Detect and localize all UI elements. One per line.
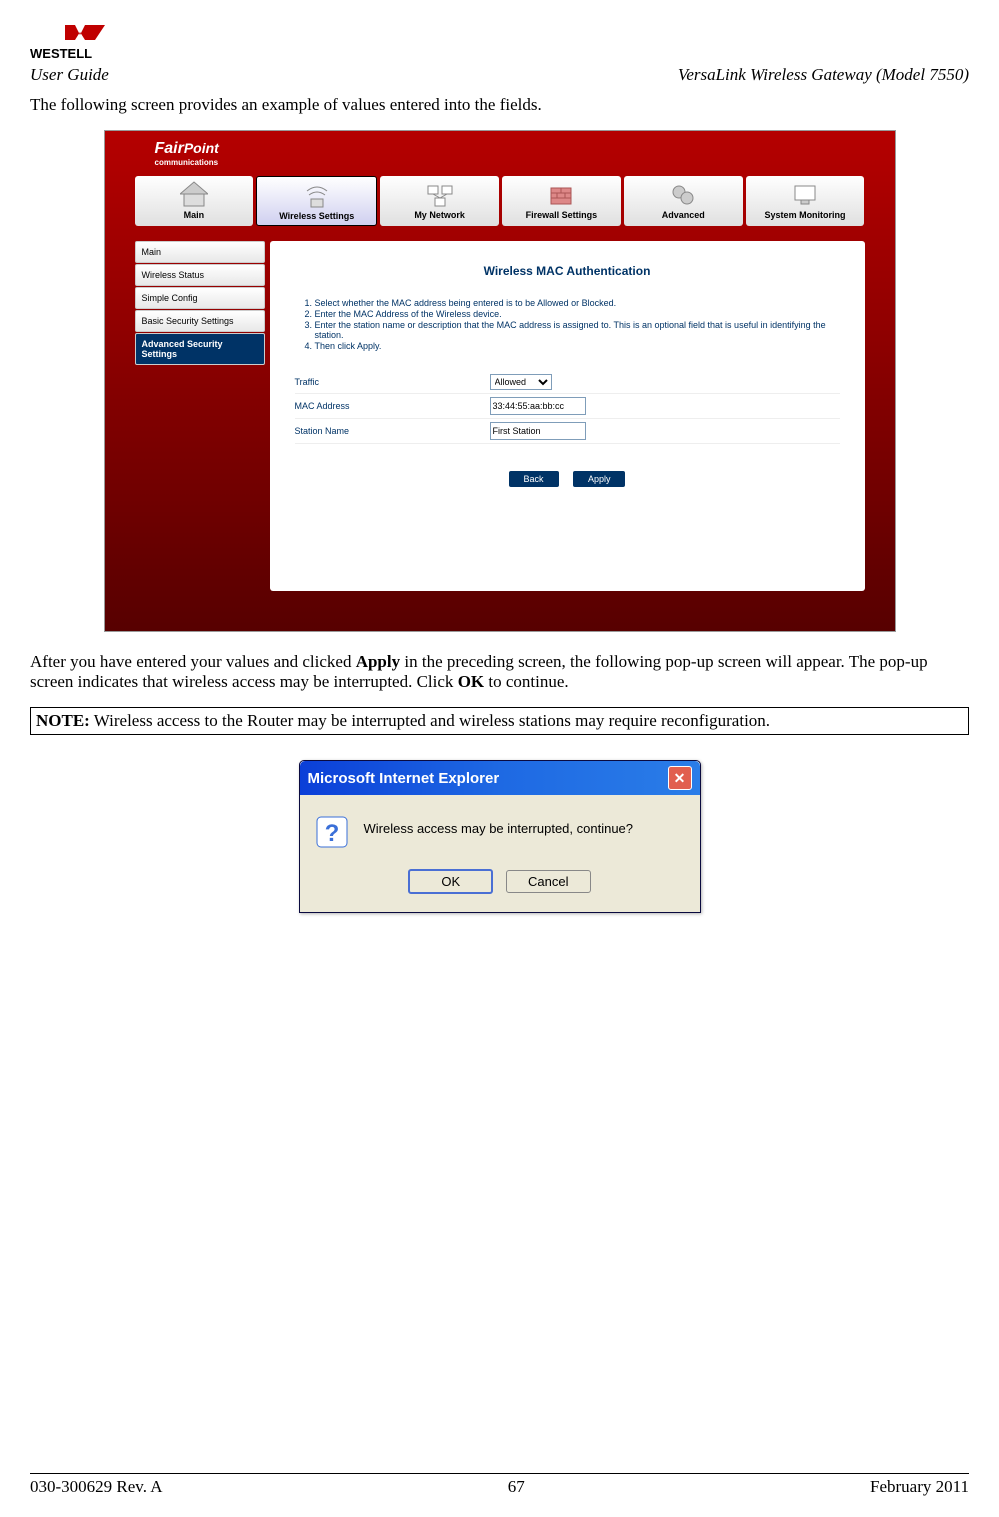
tab-wireless-settings[interactable]: Wireless Settings [256,176,377,226]
instruction-item: Select whether the MAC address being ent… [315,298,840,308]
svg-text:?: ? [324,820,339,847]
footer-date: February 2011 [870,1477,969,1497]
intro-text: The following screen provides an example… [30,95,969,115]
tab-system-monitoring[interactable]: System Monitoring [746,176,865,226]
house-icon [180,180,208,208]
tab-label: Wireless Settings [279,211,354,221]
ok-button[interactable]: OK [408,869,493,894]
tab-advanced[interactable]: Advanced [624,176,743,226]
page-number: 67 [508,1477,525,1497]
dialog-message: Wireless access may be interrupted, cont… [364,815,634,836]
wireless-icon [303,181,331,209]
paragraph-2: After you have entered your values and c… [30,652,969,692]
mac-row: MAC Address [295,394,840,419]
sidebar: Main Wireless Status Simple Config Basic… [135,241,265,591]
doc-type: User Guide [30,65,109,85]
dialog-title: Microsoft Internet Explorer [308,770,500,787]
svg-text:WESTELL: WESTELL [30,46,92,60]
router-ui-screenshot: FairPointcommunications Main Wireless Se… [104,130,896,632]
ie-dialog: Microsoft Internet Explorer ✕ ? Wireless… [299,760,701,913]
sidebar-item-simple-config[interactable]: Simple Config [135,287,265,309]
sidebar-item-basic-security[interactable]: Basic Security Settings [135,310,265,332]
traffic-row: Traffic Allowed [295,371,840,394]
station-input[interactable] [490,422,586,440]
tab-label: Firewall Settings [526,210,598,220]
network-icon [426,180,454,208]
mac-input[interactable] [490,397,586,415]
tab-label: System Monitoring [765,210,846,220]
westell-logo: WESTELL [30,20,969,60]
tab-label: My Network [414,210,465,220]
dialog-titlebar: Microsoft Internet Explorer ✕ [300,761,700,795]
instructions-list: Select whether the MAC address being ent… [295,298,840,351]
gear-icon [669,180,697,208]
station-label: Station Name [295,426,490,436]
traffic-label: Traffic [295,377,490,387]
sidebar-item-main[interactable]: Main [135,241,265,263]
tab-firewall-settings[interactable]: Firewall Settings [502,176,621,226]
sidebar-item-wireless-status[interactable]: Wireless Status [135,264,265,286]
cancel-button[interactable]: Cancel [506,870,591,893]
traffic-select[interactable]: Allowed [490,374,552,390]
doc-title: VersaLink Wireless Gateway (Model 7550) [678,65,969,85]
apply-button[interactable]: Apply [573,471,626,487]
content-panel: Wireless MAC Authentication Select wheth… [270,241,865,591]
mac-label: MAC Address [295,401,490,411]
back-button[interactable]: Back [509,471,559,487]
note-box: NOTE: Wireless access to the Router may … [30,707,969,735]
instruction-item: Enter the station name or description th… [315,320,840,340]
station-row: Station Name [295,419,840,444]
tab-label: Advanced [662,210,705,220]
close-icon[interactable]: ✕ [668,766,692,790]
firewall-icon [547,180,575,208]
main-tabs: Main Wireless Settings My Network Firewa… [105,176,895,236]
instruction-item: Then click Apply. [315,341,840,351]
instruction-item: Enter the MAC Address of the Wireless de… [315,309,840,319]
question-icon: ? [315,815,349,849]
footer-left: 030-300629 Rev. A [30,1477,163,1497]
tab-main[interactable]: Main [135,176,254,226]
sidebar-item-advanced-security[interactable]: Advanced Security Settings [135,333,265,365]
page-footer: 030-300629 Rev. A 67 February 2011 [30,1473,969,1497]
panel-title: Wireless MAC Authentication [295,264,840,278]
tab-label: Main [184,210,205,220]
tab-my-network[interactable]: My Network [380,176,499,226]
monitor-icon [791,180,819,208]
fairpoint-logo: FairPointcommunications [155,140,219,167]
